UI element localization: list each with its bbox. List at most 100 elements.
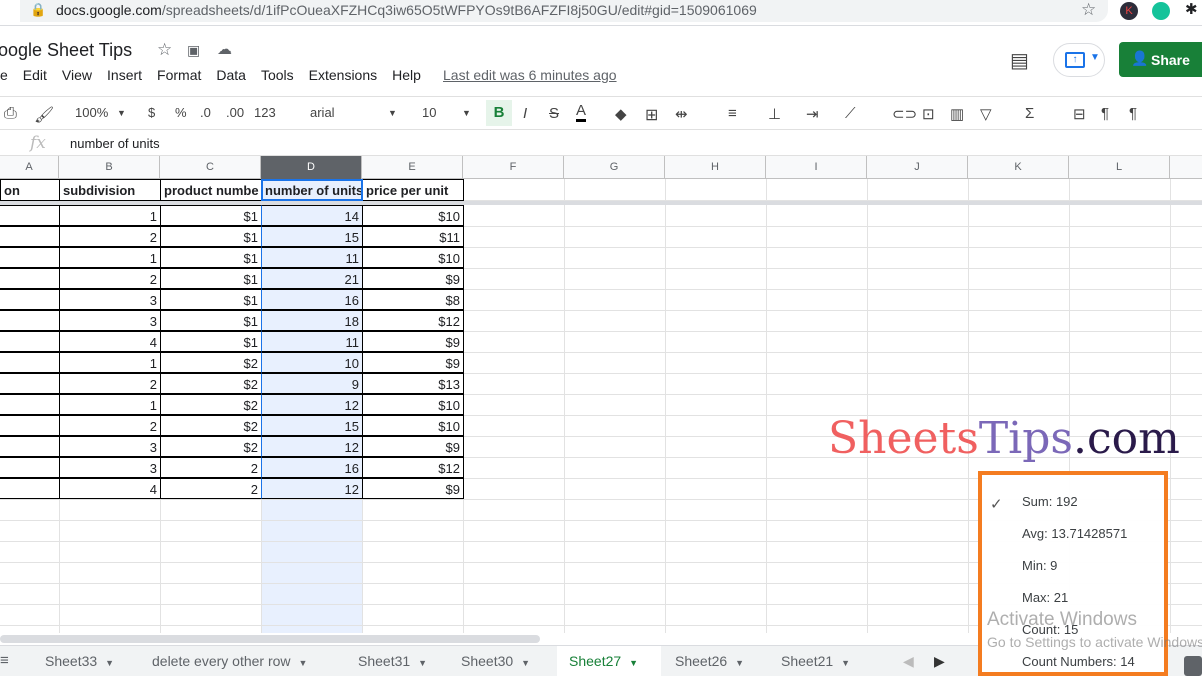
strikethrough-button[interactable]: S — [549, 105, 559, 122]
table-cell[interactable]: 1 — [59, 352, 161, 373]
table-cell[interactable]: $1 — [160, 268, 262, 289]
chevron-down-icon[interactable]: ▼ — [521, 658, 530, 668]
table-cell[interactable]: $1 — [160, 226, 262, 247]
sheet-tab-sheet26[interactable]: Sheet26 ▼ — [663, 646, 767, 677]
menu-insert[interactable]: Insert — [107, 67, 142, 83]
table-cell[interactable]: 1 — [59, 394, 161, 415]
column-header-j[interactable]: J — [867, 156, 968, 179]
table-cell[interactable]: 16 — [261, 457, 363, 478]
comments-icon[interactable]: ▤ — [1010, 48, 1029, 73]
column-header-i[interactable]: I — [766, 156, 867, 179]
column-header-e[interactable]: E — [362, 156, 463, 179]
share-button[interactable]: 👤 Share — [1119, 42, 1202, 77]
table-cell[interactable] — [0, 331, 60, 352]
all-sheets-icon[interactable]: ≡ — [0, 652, 9, 669]
table-cell[interactable] — [0, 394, 60, 415]
stats-item[interactable]: Sum: 192 — [1022, 494, 1078, 509]
table-cell[interactable] — [0, 352, 60, 373]
extension-k-icon[interactable]: K — [1120, 2, 1138, 20]
scroll-tabs-right-icon[interactable]: ▶ — [934, 653, 945, 670]
table-cell[interactable]: 2 — [59, 373, 161, 394]
table-cell[interactable]: $2 — [160, 415, 262, 436]
menu-file[interactable]: e — [0, 67, 8, 83]
freeze-icon[interactable]: ⊟ — [1073, 105, 1086, 123]
table-cell[interactable]: $8 — [362, 289, 464, 310]
explore-icon[interactable] — [1184, 656, 1202, 676]
paint-format-icon[interactable]: 🖌 — [34, 105, 54, 125]
table-cell[interactable] — [0, 436, 60, 457]
menu-extensions[interactable]: Extensions — [309, 67, 377, 83]
table-cell[interactable]: $12 — [362, 310, 464, 331]
header-cell[interactable]: on — [0, 179, 60, 201]
table-cell[interactable]: $2 — [160, 436, 262, 457]
column-header-b[interactable]: B — [59, 156, 160, 179]
chevron-down-icon[interactable]: ▼ — [418, 658, 427, 668]
table-cell[interactable]: $9 — [362, 436, 464, 457]
table-cell[interactable] — [0, 457, 60, 478]
sheet-tab-sheet27[interactable]: Sheet27 ▼ — [557, 646, 661, 677]
header-cell[interactable]: product numbe — [160, 179, 262, 201]
table-cell[interactable]: 15 — [261, 415, 363, 436]
column-header-k[interactable]: K — [968, 156, 1069, 179]
last-edit-link[interactable]: Last edit was 6 minutes ago — [443, 67, 617, 83]
table-cell[interactable]: $2 — [160, 352, 262, 373]
scrollbar-thumb[interactable] — [0, 635, 540, 643]
move-folder-icon[interactable]: ▣ — [187, 42, 200, 59]
chevron-down-icon[interactable]: ▼ — [735, 658, 744, 668]
table-cell[interactable]: 11 — [261, 331, 363, 352]
grammarly-icon[interactable] — [1152, 2, 1170, 20]
table-cell[interactable]: 12 — [261, 436, 363, 457]
chevron-down-icon[interactable]: ▼ — [299, 658, 308, 668]
bookmark-star-icon[interactable]: ☆ — [1081, 0, 1096, 20]
table-cell[interactable]: $10 — [362, 415, 464, 436]
table-cell[interactable]: 3 — [59, 457, 161, 478]
table-cell[interactable]: $1 — [160, 247, 262, 268]
bold-button[interactable]: B — [486, 100, 512, 126]
doc-title[interactable]: oogle Sheet Tips — [0, 40, 132, 61]
menu-format[interactable]: Format — [157, 67, 201, 83]
chevron-down-icon[interactable]: ▼ — [105, 658, 114, 668]
sheet-tab-sheet33[interactable]: Sheet33 ▼ — [33, 646, 138, 677]
table-cell[interactable]: $10 — [362, 394, 464, 415]
cloud-status-icon[interactable]: ☁ — [217, 40, 232, 58]
merge-cells-icon[interactable]: ⇹ — [675, 105, 688, 123]
table-cell[interactable] — [0, 226, 60, 247]
percent-button[interactable]: % — [175, 105, 187, 120]
text-color-button[interactable]: A — [576, 102, 587, 122]
star-icon[interactable]: ☆ — [157, 40, 172, 60]
table-cell[interactable]: $10 — [362, 247, 464, 268]
table-cell[interactable] — [0, 415, 60, 436]
sheet-tab-delete-every-other-row[interactable]: delete every other row ▼ — [140, 646, 344, 677]
table-cell[interactable]: 10 — [261, 352, 363, 373]
chevron-down-icon[interactable]: ▼ — [629, 658, 638, 668]
zoom-select[interactable]: 100% — [75, 105, 108, 120]
table-cell[interactable]: $9 — [362, 331, 464, 352]
text-wrap-icon[interactable]: ⇥ — [806, 105, 819, 123]
table-cell[interactable]: 4 — [59, 331, 161, 352]
print-icon[interactable]: ⎙ — [4, 105, 17, 123]
text-rotation-icon[interactable]: ⟋ — [845, 105, 856, 122]
column-header-g[interactable]: G — [564, 156, 665, 179]
extensions-puzzle-icon[interactable]: ✱ — [1185, 0, 1198, 18]
filter-icon[interactable]: ▽ — [980, 105, 992, 123]
formula-input[interactable]: number of units — [70, 136, 160, 151]
horizontal-align-icon[interactable]: ≡ — [728, 105, 737, 122]
currency-button[interactable]: $ — [148, 105, 155, 120]
table-cell[interactable]: 21 — [261, 268, 363, 289]
table-cell[interactable]: $10 — [362, 205, 464, 226]
table-cell[interactable]: $2 — [160, 394, 262, 415]
url-text[interactable]: docs.google.com/spreadsheets/d/1ifPcOuea… — [56, 2, 757, 18]
sheet-tab-sheet30[interactable]: Sheet30 ▼ — [449, 646, 555, 677]
decrease-decimal-button[interactable]: .0 — [200, 105, 211, 120]
comment-insert-icon[interactable]: ⊡ — [922, 105, 935, 123]
table-cell[interactable]: 4 — [59, 478, 161, 499]
sheet-tab-sheet21[interactable]: Sheet21 ▼ — [769, 646, 869, 677]
increase-decimal-button[interactable]: .00 — [226, 105, 244, 120]
ltr-icon[interactable]: ¶ — [1101, 105, 1109, 122]
fill-color-icon[interactable]: ◆ — [615, 105, 627, 123]
table-cell[interactable]: 2 — [59, 415, 161, 436]
table-cell[interactable]: 3 — [59, 436, 161, 457]
more-formats-button[interactable]: 123 — [254, 105, 276, 120]
stats-item[interactable]: Min: 9 — [1022, 558, 1057, 573]
chevron-down-icon[interactable]: ▼ — [841, 658, 850, 668]
